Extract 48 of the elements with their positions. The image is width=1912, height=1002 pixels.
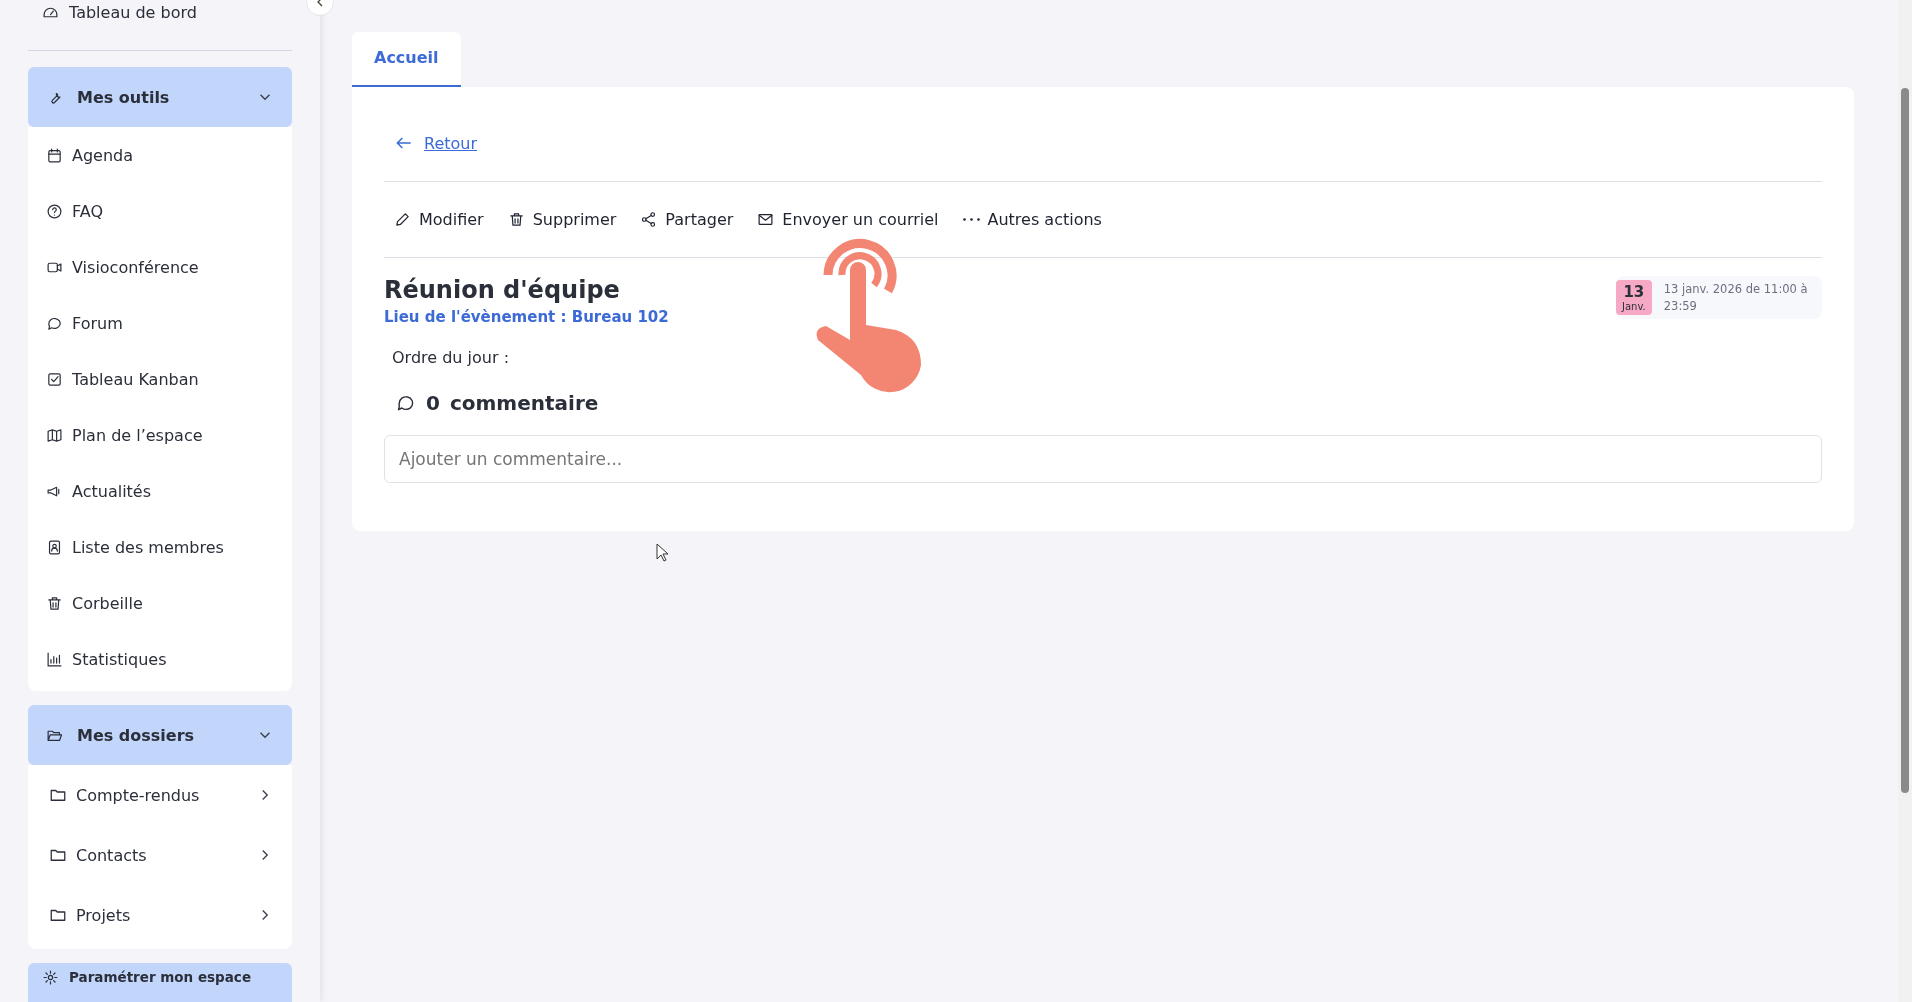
action-button[interactable]: Supprimer — [507, 210, 617, 229]
trash-icon — [507, 211, 525, 228]
sidebar-item[interactable]: Statistiques — [28, 631, 292, 687]
agenda-label: Ordre du jour : — [391, 347, 510, 369]
action-button[interactable]: Modifier — [394, 210, 484, 229]
section-header[interactable]: Paramétrer mon espace — [28, 963, 292, 1002]
trash-icon — [46, 594, 63, 612]
action-button[interactable]: Partager — [640, 210, 734, 229]
event-location: Lieu de l'évènement : Bureau 102 — [384, 308, 669, 326]
action-button[interactable]: Autres actions — [962, 210, 1102, 229]
section-header[interactable]: Mes outils — [28, 67, 292, 127]
folder-item[interactable]: Contacts — [28, 825, 292, 885]
bar-chart-icon — [46, 650, 63, 668]
envelope-icon — [757, 211, 775, 228]
checkbox-icon — [46, 370, 63, 388]
pencil-icon — [394, 211, 411, 228]
sidebar-item[interactable]: Plan de l’espace — [28, 407, 292, 463]
folder-item[interactable]: Compte-rendus — [28, 765, 292, 825]
sidebar-item[interactable]: Tableau de bord — [28, 0, 292, 25]
sidebar-item[interactable]: Corbeille — [28, 575, 292, 631]
sidebar-item[interactable]: Actualités — [28, 463, 292, 519]
comment-label: commentaire — [449, 391, 599, 415]
sidebar-item[interactable]: Liste des membres — [28, 519, 292, 575]
comment-field[interactable]: Ajouter un commentaire... — [384, 435, 1822, 483]
sidebar-item[interactable]: Visioconférence — [28, 239, 292, 295]
map-icon — [46, 426, 63, 444]
action-button[interactable]: Envoyer un courriel — [757, 210, 939, 229]
help-icon — [46, 202, 63, 220]
event-title: Réunion d'équipe — [384, 276, 621, 304]
folder-item[interactable]: Projets — [28, 885, 292, 945]
tab[interactable]: Accueil — [352, 32, 461, 87]
event-time: 13 janv. 2026 de 11:00 à 23:59 — [1663, 281, 1809, 314]
share-icon — [640, 211, 658, 228]
sidebar-item[interactable]: FAQ — [28, 183, 292, 239]
calendar-icon — [46, 146, 63, 164]
comment-count: 0 — [426, 391, 440, 415]
section-header[interactable]: Mes dossiers — [28, 705, 292, 765]
date-day: 13 — [1623, 283, 1645, 301]
more-icon — [962, 218, 980, 221]
mouse-cursor-icon — [656, 543, 670, 563]
back-link[interactable]: Retour — [424, 133, 478, 153]
comment-icon — [396, 393, 416, 413]
contact-card-icon — [46, 538, 63, 556]
scrollbar[interactable] — [1898, 0, 1912, 1002]
date-month: Janv. — [1622, 301, 1646, 312]
sidebar-item[interactable]: Agenda — [28, 127, 292, 183]
sidebar-item[interactable]: Forum — [28, 295, 292, 351]
sidebar-item[interactable]: Tableau Kanban — [28, 351, 292, 407]
